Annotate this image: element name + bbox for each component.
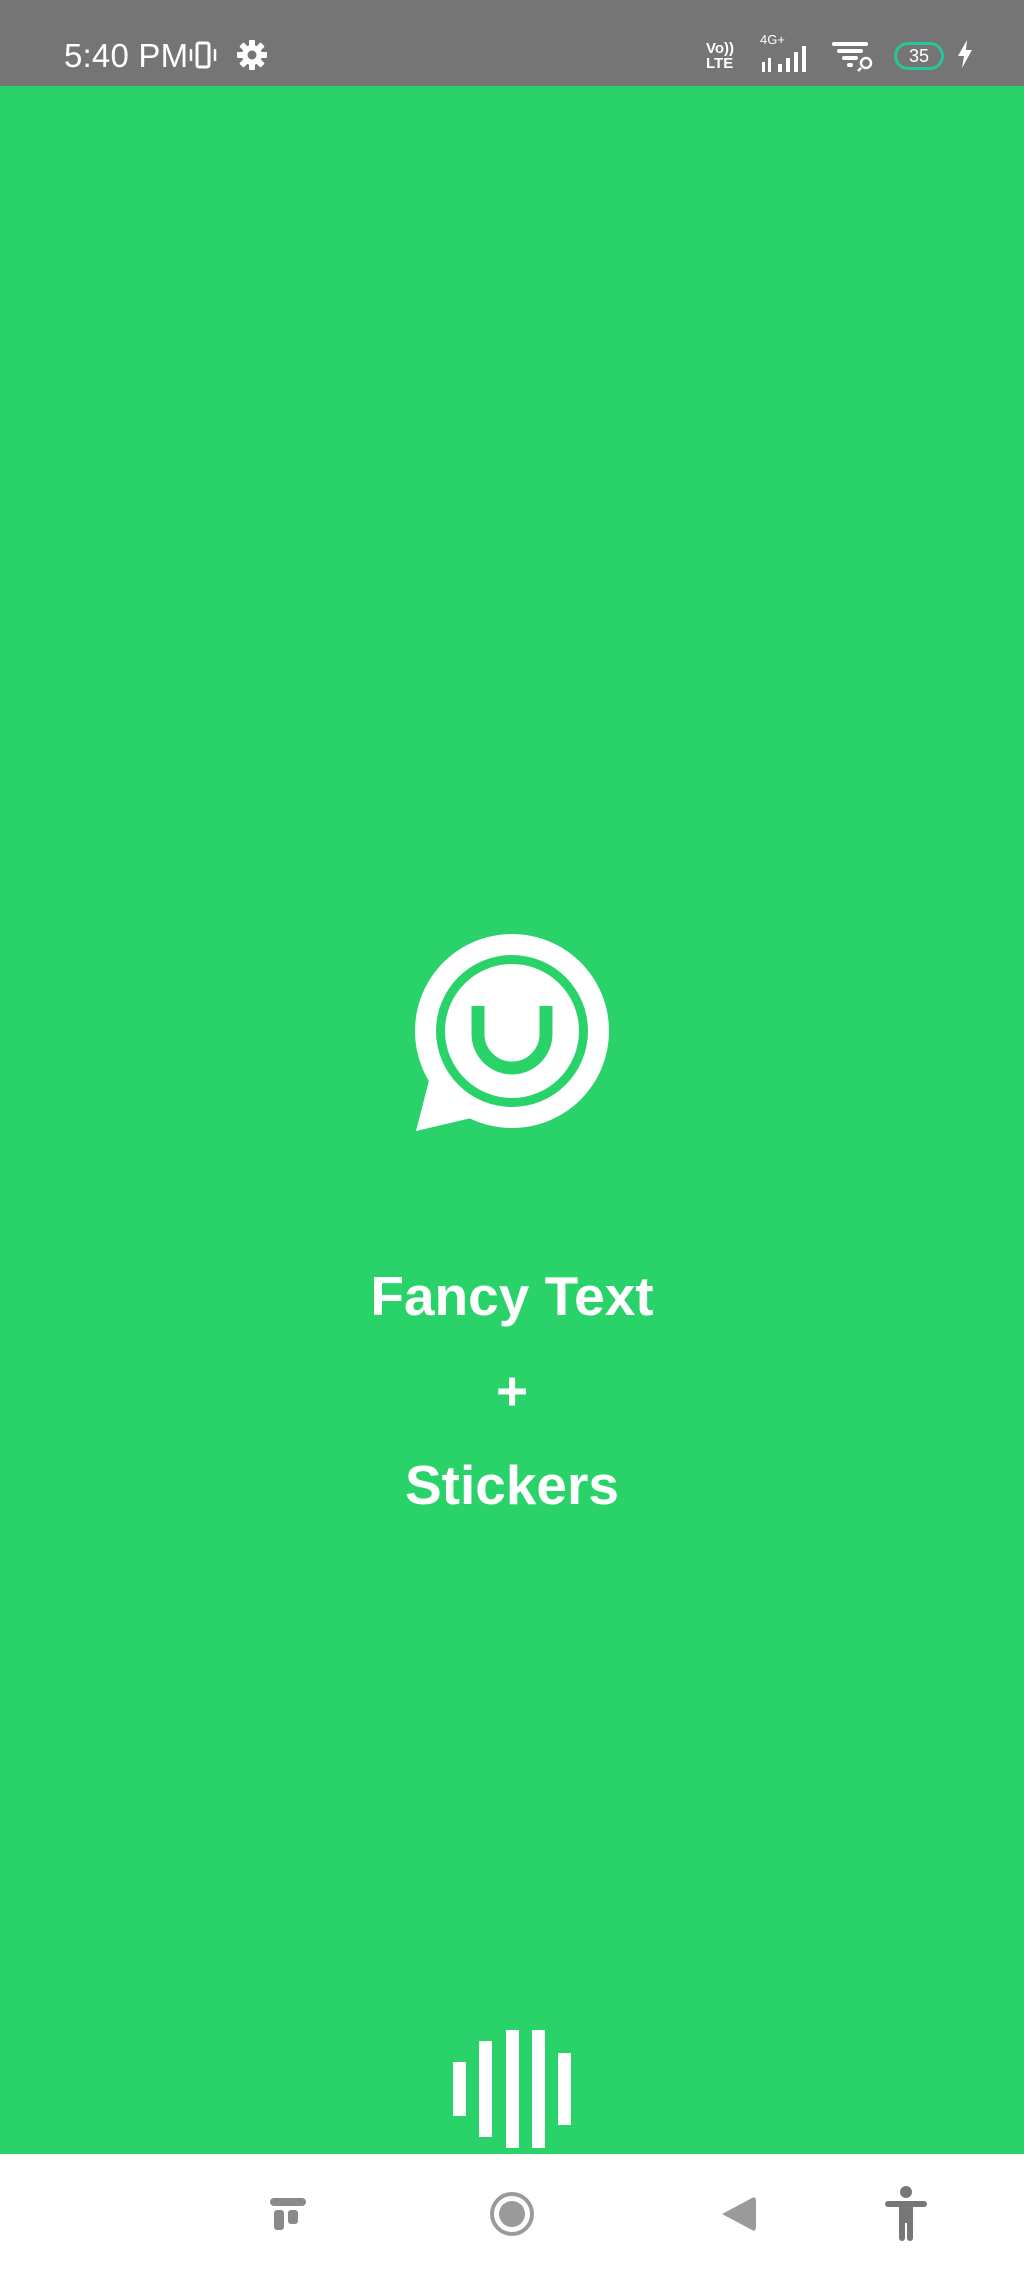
home-icon[interactable] bbox=[482, 2184, 542, 2244]
navigation-bar bbox=[0, 2154, 1024, 2276]
status-right-icons: Vo)) LTE 4G+ 35 bbox=[706, 32, 974, 78]
battery-icon: 35 bbox=[894, 42, 944, 70]
splash-screen: Fancy Text + Stickers bbox=[0, 86, 1024, 2154]
recents-icon[interactable] bbox=[258, 2184, 318, 2244]
loader-bar bbox=[531, 2030, 545, 2148]
status-left-icons bbox=[188, 37, 268, 77]
charging-icon bbox=[956, 39, 974, 74]
smiley-chat-bubble-icon bbox=[410, 934, 610, 1134]
back-icon[interactable] bbox=[708, 2184, 768, 2244]
loader-bar bbox=[453, 2062, 466, 2116]
volte-line-1: Vo)) bbox=[706, 40, 735, 57]
volte-icon: Vo)) LTE bbox=[706, 38, 748, 74]
title-line-plus: + bbox=[495, 1360, 529, 1422]
volte-line-2: LTE bbox=[706, 55, 734, 72]
vibrate-icon bbox=[188, 40, 218, 75]
loader-bar bbox=[479, 2041, 493, 2137]
loading-bars-icon bbox=[453, 2029, 571, 2149]
accessibility-icon[interactable] bbox=[876, 2184, 936, 2244]
status-time: 5:40 PM bbox=[64, 37, 189, 74]
title-line-fancy-text: Fancy Text bbox=[370, 1265, 654, 1327]
signal-icon: 4G+ bbox=[760, 32, 818, 76]
settings-gear-icon bbox=[236, 39, 268, 76]
status-bar: 5:40 PM Vo)) LTE 4G+ 35 bbox=[0, 0, 1024, 86]
title-line-stickers: Stickers bbox=[404, 1454, 620, 1516]
loader-bar bbox=[505, 2030, 519, 2148]
loader-bar bbox=[558, 2053, 571, 2125]
wifi-icon bbox=[830, 36, 874, 77]
